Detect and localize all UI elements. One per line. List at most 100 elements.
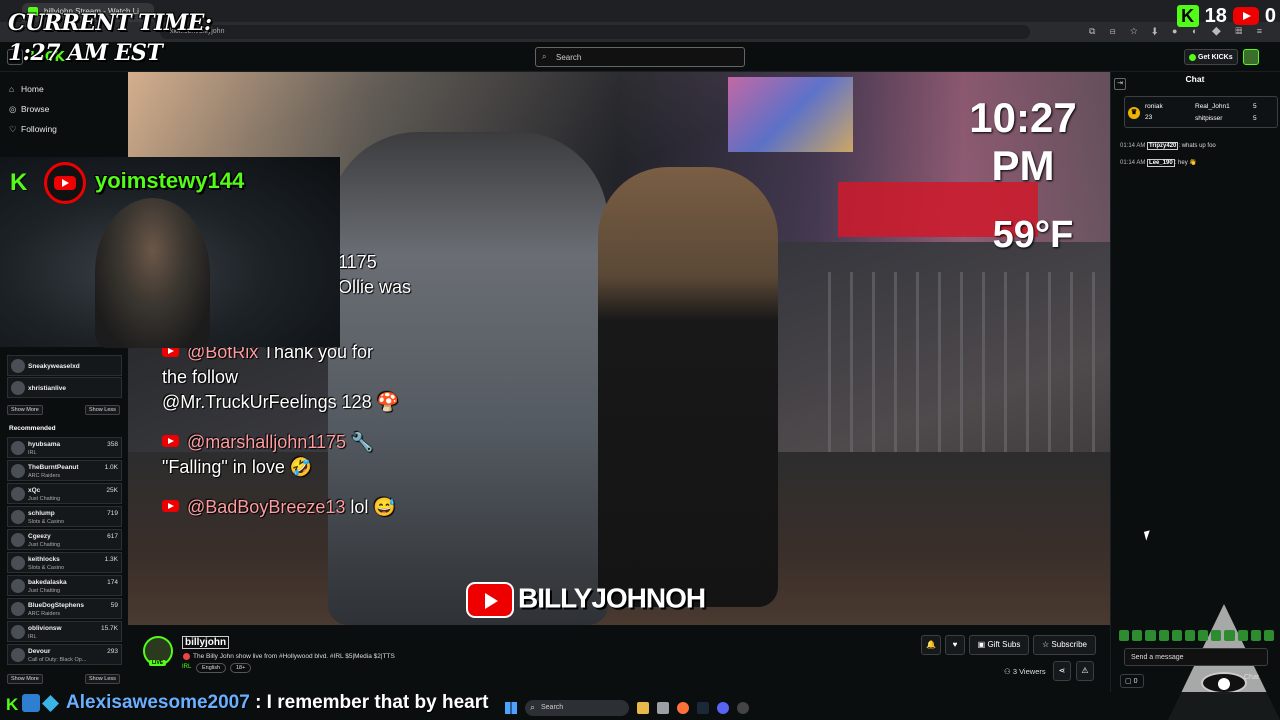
tag-language[interactable]: English [196, 663, 227, 673]
chat-username[interactable]: Lee_190 [1147, 159, 1175, 167]
emote-icon[interactable] [1263, 630, 1275, 641]
folder-icon[interactable] [637, 702, 649, 714]
avatar [11, 579, 25, 593]
chat-text: : whats up foo [1178, 143, 1216, 149]
compass-icon: ◎ [9, 104, 17, 114]
channel-category: Just Chatting [28, 496, 61, 502]
heart-icon: ♡ [9, 124, 17, 134]
windows-start-icon[interactable] [505, 702, 517, 714]
heart-icon: ♥ [952, 640, 958, 649]
youtube-icon [1232, 7, 1259, 25]
share-icon: ⋖ [1058, 666, 1066, 675]
gift-subs-button[interactable]: ▣ Gift Subs [969, 635, 1029, 655]
sidebar-item-following[interactable]: ♡ Following [9, 124, 57, 135]
taskbar-search[interactable]: Search [525, 700, 629, 716]
get-kicks-button[interactable]: Get KICKs [1184, 49, 1238, 65]
obs-icon[interactable] [737, 702, 749, 714]
url-field[interactable]: kick.com/billyjohn [160, 25, 1030, 39]
chat-user-count[interactable]: ▢ 0 [1120, 674, 1144, 688]
emote-icon[interactable] [1119, 630, 1130, 641]
chat-send-button[interactable]: Chat [1244, 674, 1270, 688]
share-button[interactable]: ⋖ [1053, 661, 1071, 681]
channel-category: IRL [28, 634, 37, 640]
recommended-item[interactable]: keithlocks Slots & Casino 1.3K [7, 552, 122, 573]
gift-icon: ▣ [977, 640, 988, 649]
app-icon[interactable] [657, 702, 669, 714]
emote-icon[interactable] [1211, 630, 1222, 641]
show-less-button[interactable]: Show Less [85, 405, 120, 415]
emote-icon[interactable] [1250, 630, 1261, 641]
following-item[interactable]: xhristianlive [7, 377, 122, 398]
recommended-item[interactable]: oblivionsw IRL 15.7K [7, 621, 122, 642]
kick-icon: K [10, 169, 28, 196]
recommended-item[interactable]: Devour Call of Duty: Black Op... 293 [7, 644, 122, 665]
recommended-item[interactable]: bakedalaska Just Chatting 174 [7, 575, 122, 596]
leader-count: 5 [1253, 103, 1257, 110]
search-input[interactable]: ⌕ Search [535, 47, 745, 67]
channel-name[interactable]: billyjohn [182, 636, 230, 649]
show-less-button[interactable]: Show Less [85, 674, 120, 684]
sidebar-item-label: Following [21, 124, 57, 134]
avatar [11, 533, 25, 547]
discord-icon[interactable] [717, 702, 729, 714]
chat-username[interactable]: Tripzy420 [1147, 142, 1179, 150]
following-item[interactable]: Sneakyweaselxd [7, 355, 122, 376]
recommended-item[interactable]: schlump Slots & Casino 719 [7, 506, 122, 527]
users-icon: ▢ [1125, 678, 1134, 685]
emote-icon[interactable] [1224, 630, 1235, 641]
avatar [11, 510, 25, 524]
chat-message-input[interactable]: Send a message [1124, 648, 1268, 666]
video-chat-line: @Mr.TruckUrFeelings 128 🍄 [162, 392, 400, 412]
youtube-viewer-count: 0 [1264, 4, 1276, 27]
emote-icon[interactable] [1158, 630, 1169, 641]
channel-name: TheBurntPeanut [28, 464, 79, 471]
brand-text: BILLYJOHNOH [518, 582, 706, 614]
leader-name: shitpisser [1195, 115, 1223, 122]
user-avatar[interactable] [1243, 49, 1259, 65]
emote-icon[interactable] [1132, 630, 1143, 641]
viewers-icon: ⚇ [1004, 667, 1013, 676]
channel-name: oblivionsw [28, 625, 62, 632]
emote-icon[interactable] [1198, 630, 1209, 641]
follow-heart-button[interactable]: ♥ [945, 635, 965, 655]
emote-bar[interactable] [1119, 630, 1275, 642]
sidebar-item-browse[interactable]: ◎ Browse [9, 104, 49, 115]
notification-bell-button[interactable]: 🔔 [921, 635, 941, 655]
show-more-button[interactable]: Show More [7, 405, 43, 415]
recommended-item[interactable]: Cgeezy Just Chatting 617 [7, 529, 122, 550]
channel-name: xhristianlive [28, 385, 66, 392]
sidebar-item-home[interactable]: ⌂ Home [9, 84, 44, 94]
steam-icon[interactable] [697, 702, 709, 714]
youtube-icon [162, 500, 179, 512]
chat-user-count-value: 0 [1133, 678, 1138, 685]
recommended-item[interactable]: BlueDogStephens ARC Raiders 59 [7, 598, 122, 619]
report-button[interactable]: ⚠ [1076, 661, 1094, 681]
emote-icon[interactable] [1237, 630, 1248, 641]
video-chat-line: @marshalljohn1175 🔧 [162, 432, 373, 453]
chat-text: : hey 👋 [1174, 160, 1197, 166]
firefox-icon[interactable] [677, 702, 689, 714]
chat-user-avatar [22, 694, 40, 712]
tag-age[interactable]: 18+ [230, 663, 252, 673]
viewer-count-text: 3 Viewers [1012, 667, 1046, 676]
show-more-button[interactable]: Show More [7, 674, 43, 684]
viewer-count: 617 [107, 533, 118, 540]
video-chat-line: the follow [162, 367, 239, 387]
subscribe-button[interactable]: ☆ Subscribe [1033, 635, 1096, 655]
emote-icon[interactable] [1145, 630, 1156, 641]
emote-icon[interactable] [1171, 630, 1182, 641]
viewer-count: 25K [106, 487, 118, 494]
clock-time: 10:27 [969, 94, 1077, 141]
clock-ampm: PM [991, 142, 1055, 189]
live-badge: LIVE [149, 660, 167, 666]
recommended-item[interactable]: xQc Just Chatting 25K [7, 483, 122, 504]
recommended-item[interactable]: TheBurntPeanut ARC Raiders 1.0K [7, 460, 122, 481]
recommended-item[interactable]: hyubsama IRL 358 [7, 437, 122, 458]
stream-category[interactable]: IRL [182, 664, 191, 670]
chat-username: @BadBoyBreeze13 [187, 497, 346, 517]
emote-icon[interactable] [1184, 630, 1196, 641]
current-time-label: CURRENT TIME: [8, 10, 212, 36]
channel-category: ARC Raiders [28, 611, 61, 617]
chat-text: : I remember that by heart [249, 692, 489, 713]
video-player[interactable]: 10:27 PM 59°F 1175 Ollie was @BotRix Than… [128, 72, 1110, 625]
